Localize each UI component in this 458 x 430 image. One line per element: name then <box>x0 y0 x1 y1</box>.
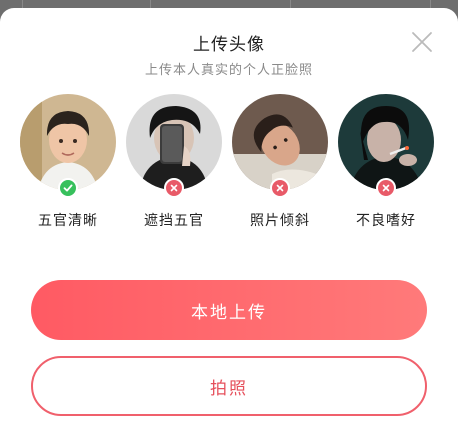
check-icon <box>58 178 78 198</box>
error-x-icon <box>376 178 396 198</box>
error-x-icon <box>164 178 184 198</box>
dialog-subtitle: 上传本人真实的个人正脸照 <box>144 63 313 78</box>
example-item: 不良嗜好 <box>338 94 434 234</box>
backdrop <box>0 0 458 8</box>
example-label: 不良嗜好 <box>356 213 416 229</box>
example-item: 照片倾斜 <box>232 94 328 234</box>
upload-local-button[interactable]: 本地上传 <box>31 280 427 340</box>
error-x-icon <box>270 178 290 198</box>
example-item: 遮挡五官 <box>126 94 222 234</box>
close-icon[interactable] <box>410 30 434 54</box>
example-label: 遮挡五官 <box>144 213 204 229</box>
example-item: 五官清晰 <box>20 94 116 234</box>
example-photo-tilted <box>232 94 328 190</box>
dialog-title: 上传头像 <box>193 35 265 55</box>
take-photo-button[interactable]: 拍照 <box>31 356 427 416</box>
example-photo-clear-face <box>20 94 116 190</box>
example-label: 照片倾斜 <box>250 213 310 229</box>
example-photo-face-covered <box>126 94 222 190</box>
example-photos: 五官清晰 遮挡五官 照片倾斜 不良嗜好 <box>0 94 458 234</box>
example-photo-bad-habit <box>338 94 434 190</box>
example-label: 五官清晰 <box>38 213 98 229</box>
